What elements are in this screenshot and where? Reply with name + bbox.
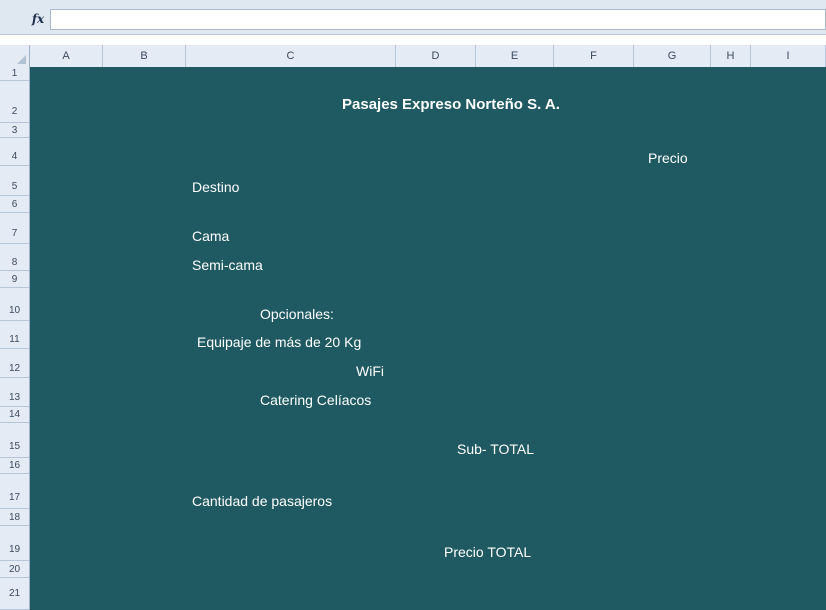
row-header-5[interactable]: 5 bbox=[0, 166, 29, 196]
celiac-catering-label[interactable]: Catering Celíacos bbox=[260, 391, 371, 409]
optionals-label[interactable]: Opcionales: bbox=[260, 305, 334, 323]
column-header-f[interactable]: F bbox=[554, 45, 634, 67]
passenger-count-label[interactable]: Cantidad de pasajeros bbox=[192, 492, 332, 510]
price-header[interactable]: Precio bbox=[648, 149, 688, 167]
column-header-row: A B C D E F G H I bbox=[0, 45, 826, 68]
sheet-title[interactable]: Pasajes Expreso Norteño S. A. bbox=[342, 96, 560, 114]
select-all-corner[interactable] bbox=[0, 45, 30, 67]
spreadsheet-window: fx A B C D E F G H I 1 2 3 4 5 6 7 8 9 1… bbox=[0, 0, 826, 610]
column-header-h[interactable]: H bbox=[711, 45, 751, 67]
semi-bed-label[interactable]: Semi-cama bbox=[192, 256, 263, 274]
destination-label[interactable]: Destino bbox=[192, 178, 239, 196]
wifi-label[interactable]: WiFi bbox=[356, 362, 384, 380]
column-header-g[interactable]: G bbox=[634, 45, 711, 67]
formula-input[interactable] bbox=[50, 9, 826, 30]
row-header-column: 1 2 3 4 5 6 7 8 9 10 11 12 13 14 15 16 1… bbox=[0, 67, 30, 610]
worksheet-grid[interactable]: Pasajes Expreso Norteño S. A. Precio Des… bbox=[30, 67, 826, 610]
column-header-e[interactable]: E bbox=[476, 45, 554, 67]
row-header-16[interactable]: 16 bbox=[0, 458, 29, 474]
column-header-c[interactable]: C bbox=[186, 45, 396, 67]
row-header-10[interactable]: 10 bbox=[0, 288, 29, 321]
row-header-13[interactable]: 13 bbox=[0, 378, 29, 407]
row-header-19[interactable]: 19 bbox=[0, 526, 29, 561]
row-header-6[interactable]: 6 bbox=[0, 196, 29, 213]
row-header-20[interactable]: 20 bbox=[0, 561, 29, 578]
row-header-4[interactable]: 4 bbox=[0, 138, 29, 166]
row-header-21[interactable]: 21 bbox=[0, 578, 29, 610]
column-header-i[interactable]: I bbox=[751, 45, 826, 67]
column-header-b[interactable]: B bbox=[103, 45, 186, 67]
row-header-15[interactable]: 15 bbox=[0, 423, 29, 458]
column-header-d[interactable]: D bbox=[396, 45, 476, 67]
total-price-label[interactable]: Precio TOTAL bbox=[444, 543, 531, 561]
formula-bar: fx bbox=[0, 0, 826, 35]
row-header-14[interactable]: 14 bbox=[0, 407, 29, 423]
row-header-11[interactable]: 11 bbox=[0, 321, 29, 349]
row-header-17[interactable]: 17 bbox=[0, 474, 29, 509]
bed-label[interactable]: Cama bbox=[192, 227, 229, 245]
row-header-1[interactable]: 1 bbox=[0, 67, 29, 81]
subtotal-label[interactable]: Sub- TOTAL bbox=[457, 440, 534, 458]
luggage-label[interactable]: Equipaje de más de 20 Kg bbox=[197, 333, 361, 351]
function-icon[interactable]: fx bbox=[28, 9, 48, 29]
row-header-2[interactable]: 2 bbox=[0, 81, 29, 123]
row-header-3[interactable]: 3 bbox=[0, 123, 29, 138]
row-header-9[interactable]: 9 bbox=[0, 271, 29, 288]
row-header-8[interactable]: 8 bbox=[0, 244, 29, 271]
column-header-a[interactable]: A bbox=[30, 45, 103, 67]
row-header-12[interactable]: 12 bbox=[0, 349, 29, 378]
row-header-18[interactable]: 18 bbox=[0, 509, 29, 526]
row-header-7[interactable]: 7 bbox=[0, 213, 29, 244]
